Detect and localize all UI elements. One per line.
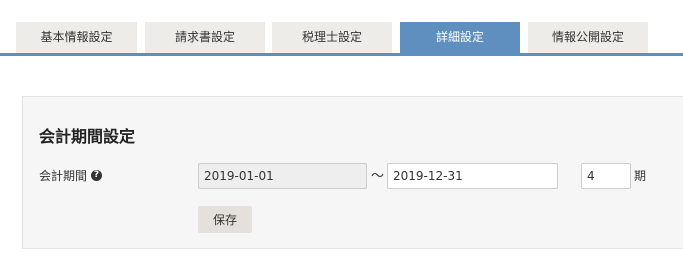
question-circle-icon[interactable]: ? (91, 170, 103, 181)
accounting-period-label: 会計期間 ? (39, 167, 103, 184)
period-unit-label: 期 (634, 169, 647, 183)
field-label-text: 会計期間 (39, 169, 88, 183)
section-title: 会計期間設定 (39, 127, 136, 146)
tab-details[interactable]: 詳細設定 (400, 22, 520, 54)
tab-basic-info[interactable]: 基本情報設定 (16, 22, 137, 54)
tab-tax-accountant[interactable]: 税理士設定 (272, 22, 392, 54)
date-range-separator: 〜 (371, 169, 385, 184)
tab-underline (0, 53, 683, 56)
save-button[interactable]: 保存 (198, 206, 252, 233)
tab-public-info[interactable]: 情報公開設定 (528, 22, 648, 54)
period-number-input[interactable] (581, 163, 631, 189)
accounting-period-panel: 会計期間設定 会計期間 ? 〜 期 保存 (22, 96, 683, 249)
end-date-input[interactable] (387, 163, 558, 189)
start-date-input[interactable] (198, 163, 367, 189)
tab-invoice[interactable]: 請求書設定 (145, 22, 265, 54)
